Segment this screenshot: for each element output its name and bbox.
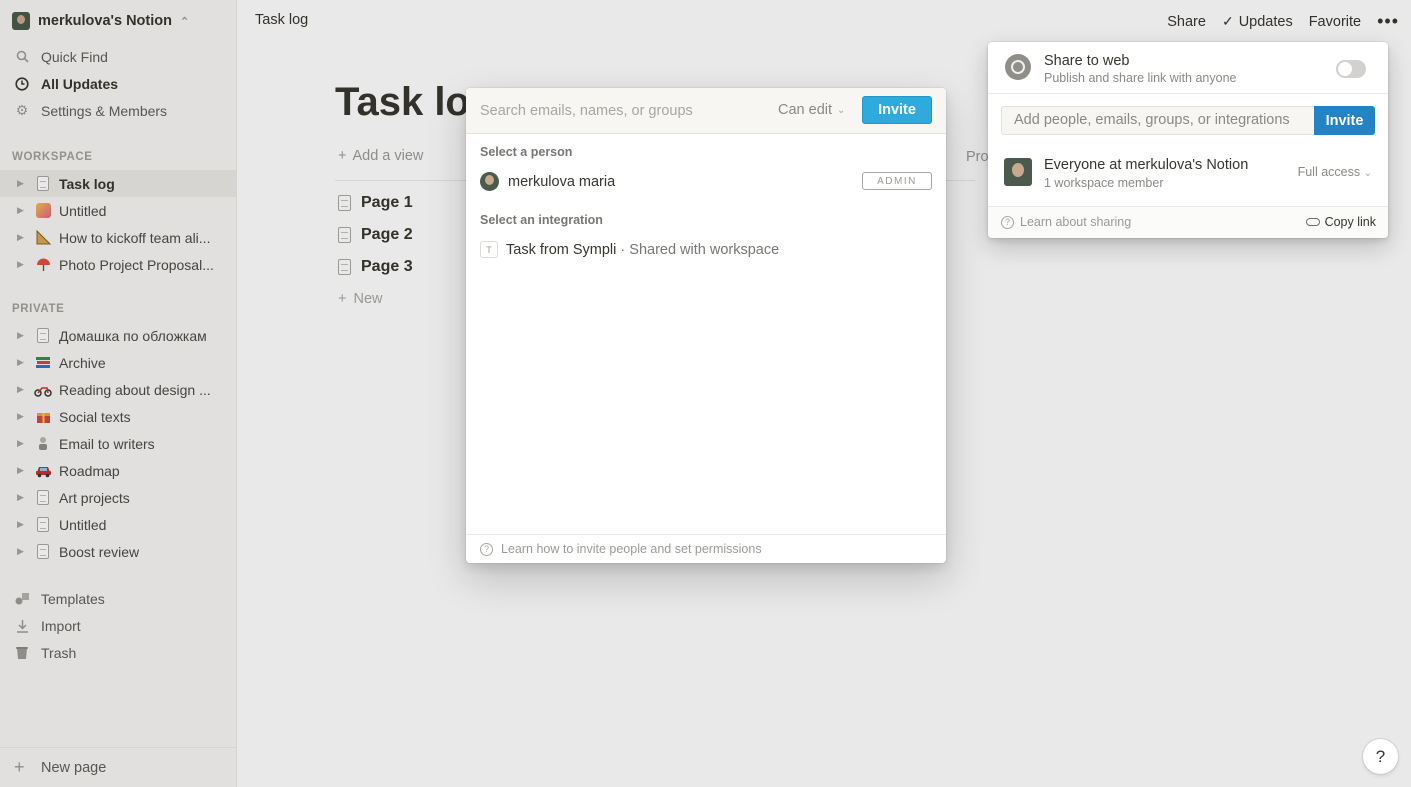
- invite-modal: Search emails, names, or groups Can edit…: [466, 88, 946, 563]
- chevron-down-icon: ⌄: [837, 104, 846, 116]
- share-to-web-subtitle: Publish and share link with anyone: [1044, 71, 1237, 85]
- person-option[interactable]: merkulova maria: [480, 172, 615, 191]
- integration-icon: T: [480, 241, 498, 258]
- permission-dropdown[interactable]: Can edit ⌄: [778, 102, 845, 118]
- copy-link-button[interactable]: Copy link: [1305, 215, 1376, 229]
- access-level-label: Full access: [1297, 165, 1361, 179]
- permission-label: Can edit: [778, 102, 833, 118]
- help-circle-icon: ?: [1001, 215, 1014, 229]
- select-integration-label: Select an integration: [480, 213, 603, 227]
- learn-invite-link[interactable]: ? Learn how to invite people and set per…: [480, 542, 762, 556]
- learn-invite-label: Learn how to invite people and set permi…: [501, 542, 762, 556]
- invite-button[interactable]: Invite: [862, 96, 932, 124]
- chevron-down-icon: ⌄: [1363, 168, 1372, 179]
- avatar: [480, 172, 499, 191]
- share-footer: ? Learn about sharing Copy link: [988, 206, 1388, 238]
- person-name: merkulova maria: [508, 173, 616, 190]
- integration-name: Task from Sympli: [506, 241, 617, 258]
- share-to-web-title: Share to web: [1044, 53, 1130, 69]
- copy-link-label: Copy link: [1324, 215, 1376, 229]
- access-level-dropdown[interactable]: Full access ⌄: [1298, 165, 1372, 179]
- invite-footer: ? Learn how to invite people and set per…: [466, 534, 946, 563]
- integration-detail: · Shared with workspace: [616, 241, 780, 258]
- everyone-name: Everyone at merkulova's Notion: [1044, 157, 1249, 173]
- select-person-label: Select a person: [480, 145, 573, 159]
- link-icon: [1305, 218, 1320, 226]
- help-circle-icon: ?: [480, 542, 493, 556]
- invite-search-input[interactable]: Search emails, names, or groups: [480, 103, 693, 119]
- invite-button[interactable]: Invite: [1314, 106, 1375, 135]
- admin-badge: ADMIN: [862, 172, 932, 190]
- member-count: 1 workspace member: [1044, 176, 1164, 190]
- integration-option[interactable]: T Task from Sympli · Shared with workspa…: [480, 241, 779, 258]
- add-people-input[interactable]: Add people, emails, groups, or integrati…: [1001, 106, 1314, 135]
- learn-sharing-link[interactable]: ? Learn about sharing: [1001, 215, 1131, 229]
- divider: [988, 93, 1388, 94]
- globe-icon: [1005, 54, 1031, 80]
- share-to-web-toggle[interactable]: [1336, 60, 1366, 78]
- invite-header: Search emails, names, or groups Can edit…: [466, 88, 946, 134]
- help-button[interactable]: ?: [1363, 739, 1398, 774]
- share-popover: Share to web Publish and share link with…: [988, 42, 1388, 238]
- learn-sharing-label: Learn about sharing: [1020, 215, 1132, 229]
- workspace-avatar: [1004, 158, 1032, 186]
